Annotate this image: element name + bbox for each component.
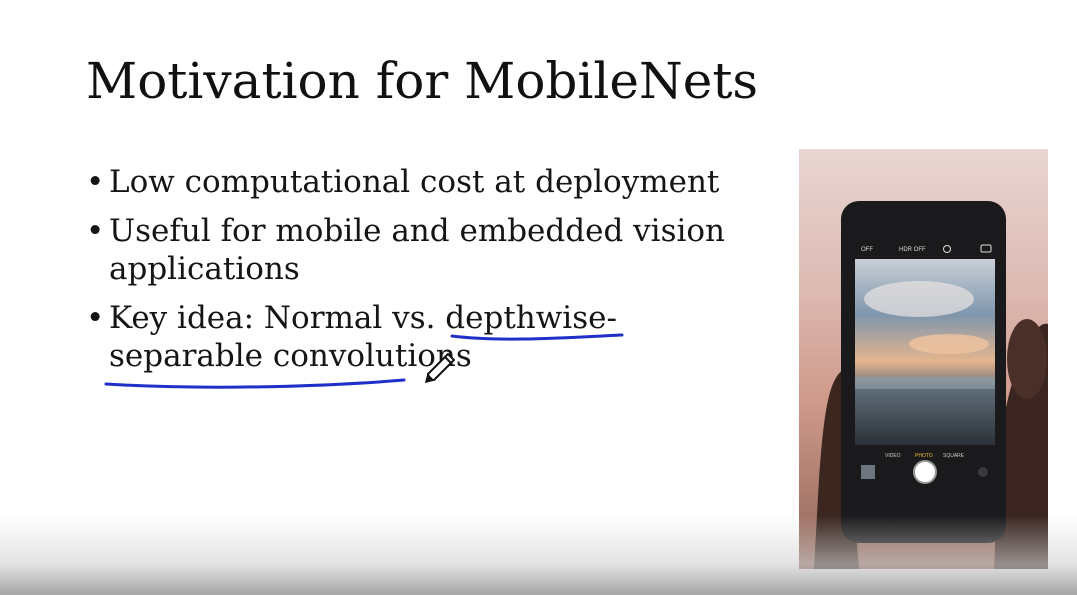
bullet-text: separable convolutions [109, 338, 472, 374]
camera-mode-video: VIDEO [885, 453, 901, 459]
slide-title: Motivation for MobileNets [86, 52, 759, 110]
bullet-text: Low computational cost at deployment [109, 164, 720, 200]
filter-icon [978, 467, 988, 477]
phone-photo: OFF HDR OFF VIDEO PHOTO SQUARE [799, 149, 1048, 569]
video-bottom-shade [0, 515, 1077, 595]
slide: Motivation for MobileNets • Low computat… [0, 0, 1077, 595]
bullet-item: • Key idea: Normal vs. depthwise- separa… [86, 299, 766, 375]
hdr-label: HDR OFF [899, 247, 926, 253]
bullet-dot: • [86, 300, 105, 336]
thumbnail [861, 465, 875, 479]
flash-label: OFF [861, 247, 873, 253]
bullet-dot: • [86, 164, 105, 200]
bullet-list: • Low computational cost at deployment •… [86, 163, 766, 386]
shutter-button [913, 460, 937, 484]
bullet-item: • Useful for mobile and embedded vision … [86, 212, 766, 288]
camera-mode-square: SQUARE [943, 453, 965, 459]
bullet-dot: • [86, 213, 105, 249]
bullet-text: Key idea: Normal vs. depthwise- [109, 300, 617, 336]
camera-mode-photo: PHOTO [915, 453, 933, 459]
bullet-text: applications [109, 251, 300, 287]
bullet-text: Useful for mobile and embedded vision [109, 213, 726, 249]
phone-illustration: OFF HDR OFF VIDEO PHOTO SQUARE [799, 149, 1048, 569]
bullet-item: • Low computational cost at deployment [86, 163, 766, 201]
